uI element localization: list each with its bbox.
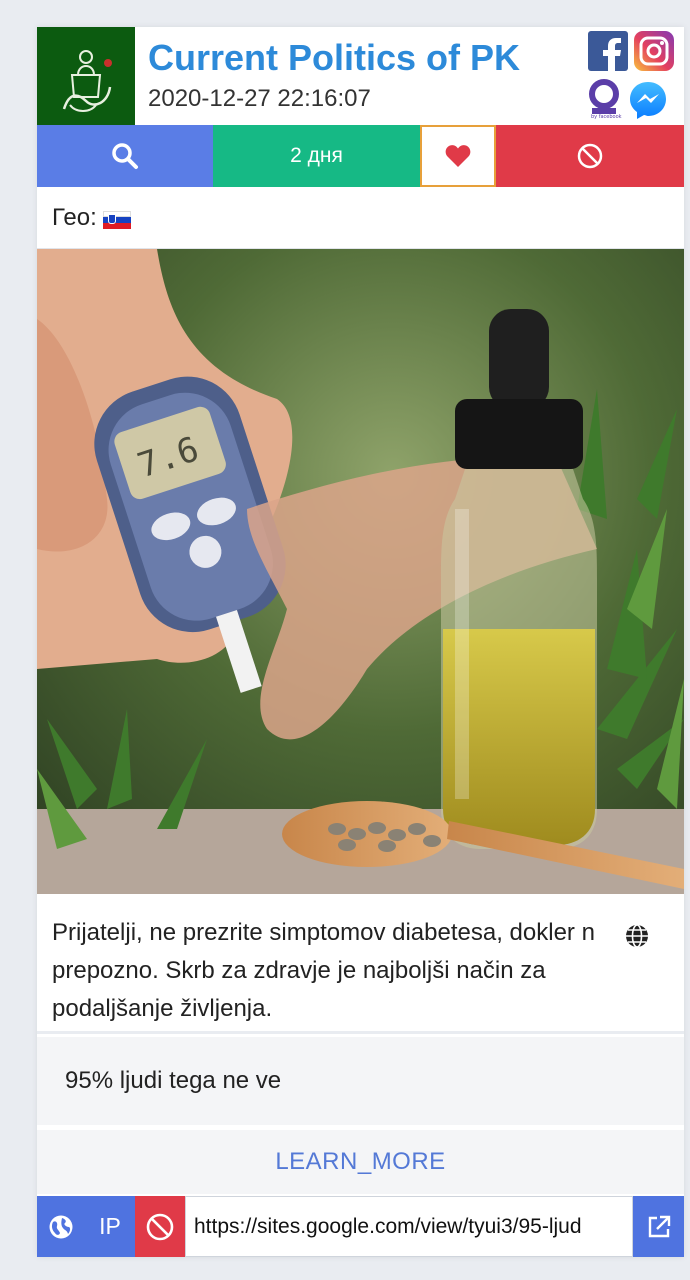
post-timestamp: 2020-12-27 22:16:07 — [148, 85, 371, 112]
page-avatar[interactable] — [37, 27, 135, 125]
geo-label: Гео: — [52, 203, 97, 231]
ip-button[interactable]: IP — [85, 1196, 135, 1257]
page-title[interactable]: Current Politics of PK — [148, 37, 520, 79]
favorite-button[interactable] — [420, 125, 496, 187]
ad-card: Current Politics of PK 2020-12-27 22:16:… — [37, 27, 684, 1257]
action-bar: 2 дня — [37, 125, 684, 187]
block-icon — [577, 143, 603, 169]
block-icon — [146, 1213, 174, 1240]
block-domain-button[interactable] — [135, 1196, 185, 1257]
audience-network-icon: by facebook — [589, 79, 622, 119]
landing-url-field[interactable]: https://sites.google.com/view/tyui3/95-l… — [185, 1196, 633, 1257]
hide-button[interactable] — [496, 125, 684, 187]
geo-lookup-button[interactable] — [37, 1196, 85, 1257]
duration-button[interactable]: 2 дня — [213, 125, 420, 187]
search-icon — [112, 143, 138, 169]
slovenia-flag-icon — [102, 210, 131, 229]
search-button[interactable] — [37, 125, 213, 187]
geo-row: Гео: — [37, 187, 684, 249]
heart-icon — [445, 145, 471, 167]
facebook-icon — [588, 31, 628, 71]
messenger-icon — [630, 82, 666, 119]
open-link-button[interactable] — [633, 1196, 684, 1257]
pk-logo-icon — [50, 35, 122, 117]
external-link-icon — [648, 1215, 670, 1237]
learn-more-button[interactable]: LEARN_MORE — [37, 1130, 684, 1194]
ad-headline: 95% ljudi tega ne ve — [37, 1037, 684, 1125]
bottom-bar: IP https://sites.google.com/view/tyui3/9… — [37, 1196, 684, 1257]
ad-image-graphic: 7.6 — [37, 249, 684, 894]
world-icon — [49, 1215, 73, 1238]
instagram-icon — [634, 31, 674, 71]
ad-description: Prijatelji, ne prezrite simptomov diabet… — [37, 894, 684, 1034]
globe-icon[interactable] — [624, 923, 650, 949]
svg-text:by facebook: by facebook — [591, 114, 622, 119]
ad-header: Current Politics of PK 2020-12-27 22:16:… — [37, 27, 684, 125]
ad-description-text: Prijatelji, ne prezrite simptomov diabet… — [52, 919, 595, 1022]
ad-image[interactable]: 7.6 — [37, 249, 684, 894]
